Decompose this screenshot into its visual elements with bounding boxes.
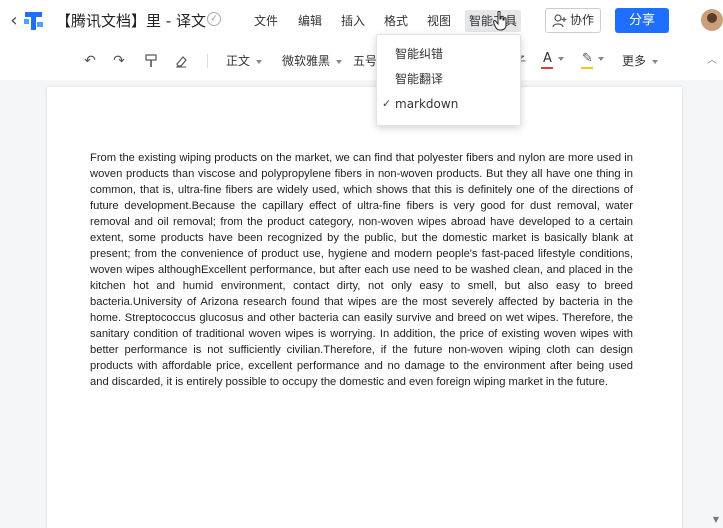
share-button[interactable]: 分享 <box>615 8 669 33</box>
chevron-down-icon <box>336 59 343 64</box>
redo-icon[interactable]: ↷ <box>111 53 127 69</box>
collapse-toolbar-icon[interactable]: ︿ <box>706 55 718 67</box>
document-page[interactable]: From the existing wiping products on the… <box>47 87 682 528</box>
font-size-label: 五号 <box>353 54 378 68</box>
menu-format[interactable]: 格式 <box>384 10 408 32</box>
text-color-swatch <box>541 67 553 69</box>
more-label: 更多 <box>622 54 647 68</box>
chevron-down-icon <box>652 59 659 64</box>
collaborate-button[interactable]: 协作 <box>545 8 601 33</box>
paragraph-style-dropdown[interactable]: 正文 <box>226 52 263 70</box>
text-color-icon: A <box>543 51 552 66</box>
formatting-toolbar: ↶ ↷ 正文 微软雅黑 五号 子 A ✎ 更多 ︿ <box>0 42 723 80</box>
checkmark-icon: ✓ <box>382 97 392 110</box>
collaborate-label: 协作 <box>570 13 595 27</box>
menu-item-smart-correction[interactable]: 智能纠错 <box>377 42 522 66</box>
toolbar-divider <box>207 54 208 68</box>
menu-item-label: markdown <box>395 97 459 111</box>
format-painter-icon[interactable] <box>143 53 159 69</box>
title-bar: ‹ 【腾讯文档】里 - 译文 ✓ 文件 编辑 插入 格式 视图 智能工具 协作 … <box>0 0 723 42</box>
paragraph-style-label: 正文 <box>226 54 251 68</box>
font-family-label: 微软雅黑 <box>282 54 331 68</box>
highlight-color-button[interactable]: ✎ <box>581 51 605 71</box>
document-title[interactable]: 【腾讯文档】里 - 译文 <box>56 12 206 30</box>
tencent-docs-logo-icon[interactable] <box>22 10 45 32</box>
mouse-cursor-icon <box>493 11 507 31</box>
font-size-dropdown[interactable]: 五号 <box>353 52 377 70</box>
smart-tools-menu: 智能纠错 智能翻译 ✓ markdown <box>376 34 521 126</box>
menu-view[interactable]: 视图 <box>427 10 451 32</box>
scroll-down-icon[interactable]: ▼ <box>711 515 721 525</box>
chevron-down-icon <box>256 59 263 64</box>
chevron-down-icon <box>598 57 604 61</box>
menu-item-label: 智能纠错 <box>395 47 444 61</box>
menu-insert[interactable]: 插入 <box>341 10 365 32</box>
chevron-down-icon <box>558 57 564 61</box>
menu-file[interactable]: 文件 <box>254 10 278 32</box>
font-family-dropdown[interactable]: 微软雅黑 <box>282 52 343 70</box>
menu-item-smart-translate[interactable]: 智能翻译 <box>377 67 522 91</box>
avatar[interactable] <box>701 9 723 31</box>
clear-format-icon[interactable] <box>173 53 189 69</box>
highlight-color-swatch <box>581 67 593 69</box>
highlight-icon: ✎ <box>582 51 593 66</box>
saved-status-icon: ✓ <box>207 12 221 26</box>
menu-item-label: 智能翻译 <box>395 72 444 86</box>
more-dropdown[interactable]: 更多 <box>622 52 659 70</box>
text-color-button[interactable]: A <box>541 51 565 71</box>
back-arrow-icon[interactable]: ‹ <box>6 11 22 31</box>
menu-item-markdown[interactable]: ✓ markdown <box>377 92 522 116</box>
menu-edit[interactable]: 编辑 <box>298 10 322 32</box>
undo-icon[interactable]: ↶ <box>82 53 98 69</box>
add-user-icon <box>552 14 567 28</box>
document-paragraph[interactable]: From the existing wiping products on the… <box>90 150 633 390</box>
